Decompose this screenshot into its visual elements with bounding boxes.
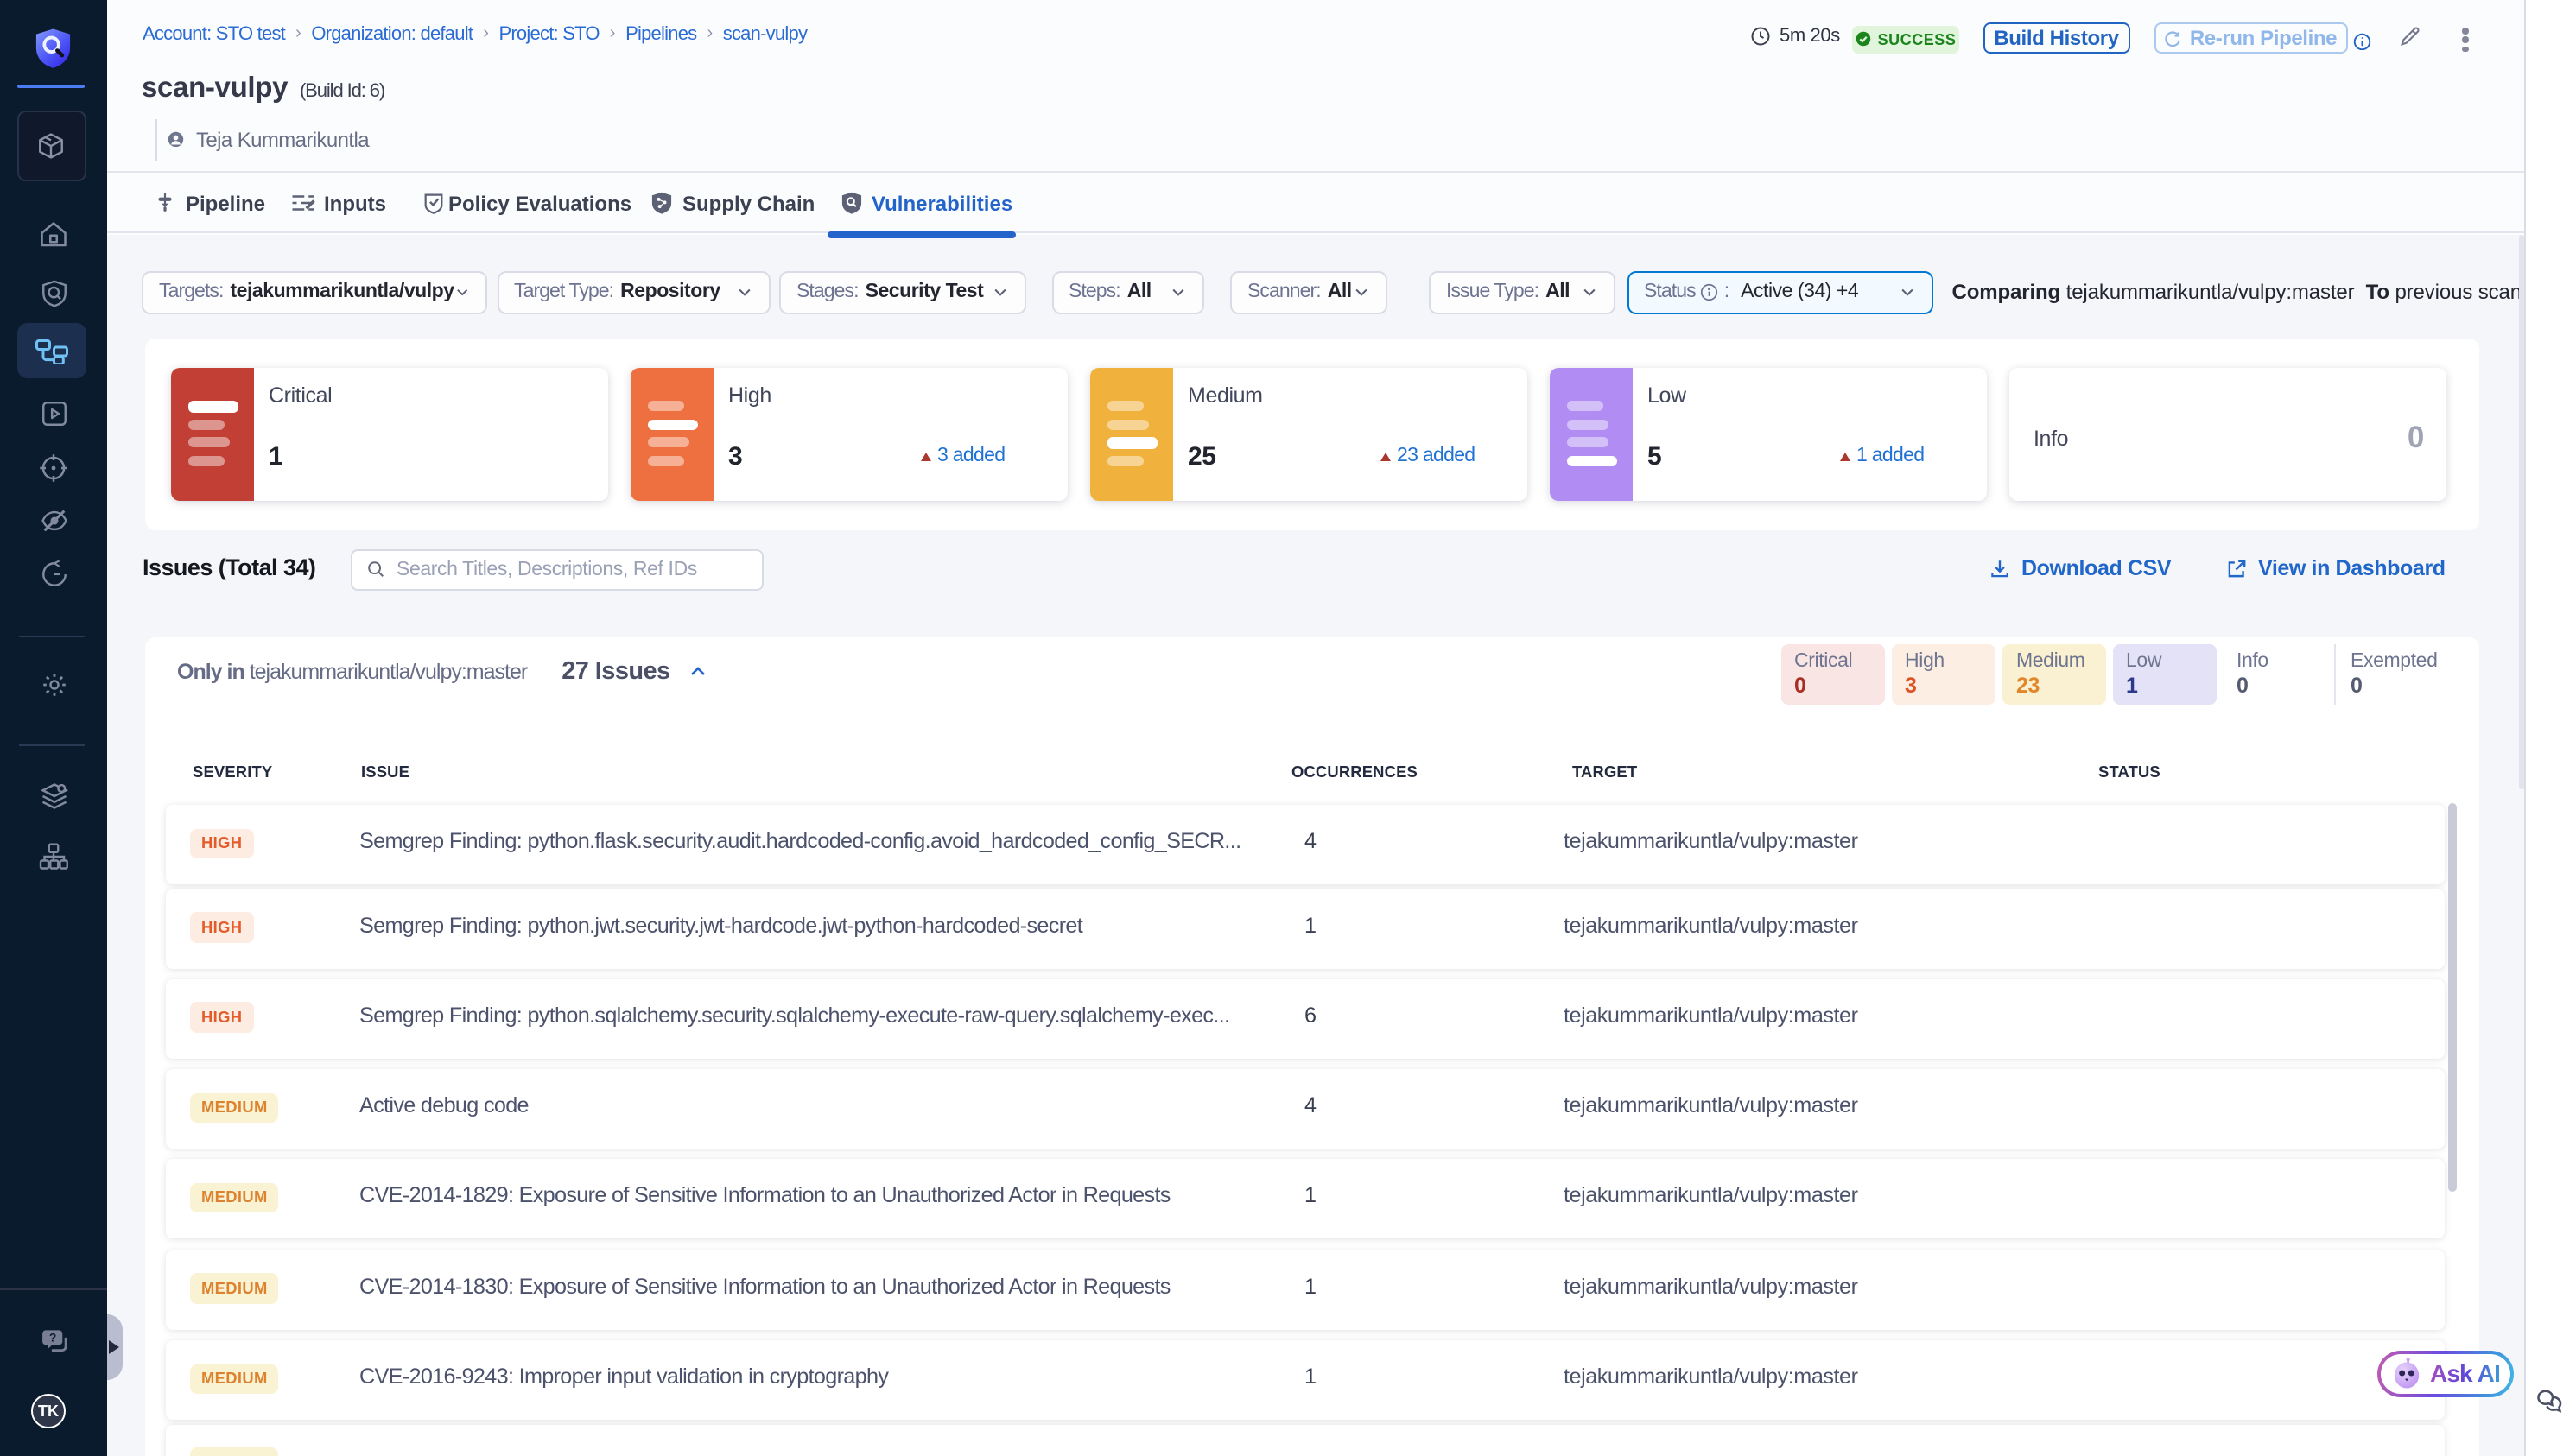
svg-text:?: ? xyxy=(48,1330,55,1344)
